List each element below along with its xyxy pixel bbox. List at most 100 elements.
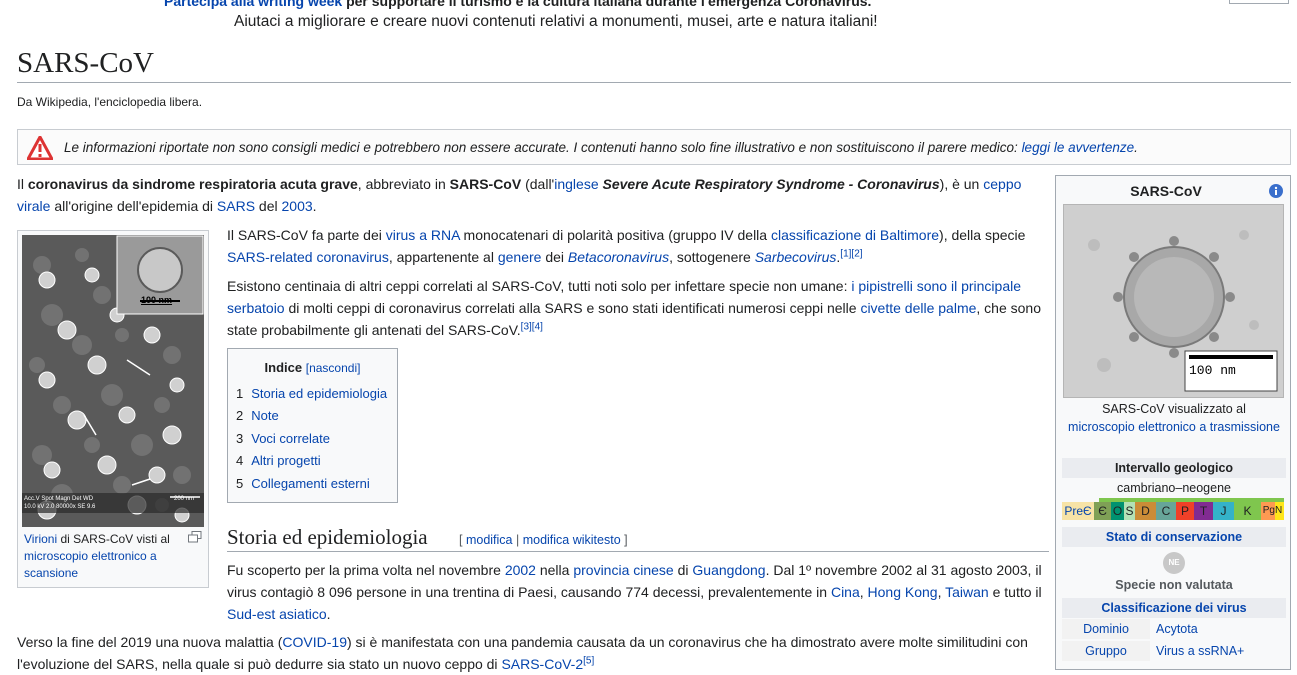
link-sarbecovirus[interactable]: Sarbecovirus xyxy=(755,249,837,265)
link-serbatoio[interactable]: serbatoio xyxy=(227,300,285,316)
sem-image[interactable]: 100 nm Acc.V Spot Magn Det WD 10.0 kV 2.… xyxy=(22,235,204,527)
toc-item[interactable]: 4 Altri progetti xyxy=(236,450,387,472)
geologic-timescale-bar[interactable]: PreЄ Є O S D C P T J K PgN xyxy=(1062,498,1284,522)
infobox-caption: SARS-CoV visualizzato al microscopio elet… xyxy=(1068,402,1280,434)
sem-metadata: Acc.V Spot Magn Det WD xyxy=(24,496,94,502)
virions-sem-image xyxy=(22,235,204,527)
link-pipistrelli[interactable]: i pipistrelli sono il principale xyxy=(851,278,1021,294)
geo-period-PreЄ[interactable]: PreЄ xyxy=(1062,502,1094,520)
geo-period-D[interactable]: D xyxy=(1135,502,1156,520)
link-virus-rna[interactable]: virus a RNA xyxy=(386,227,460,243)
classification-header: Classificazione dei virus xyxy=(1062,598,1286,618)
link-sars-cov-2[interactable]: SARS-CoV-2 xyxy=(501,656,583,672)
geo-period-P[interactable]: P xyxy=(1176,502,1194,520)
geo-period-label: N xyxy=(1275,505,1283,516)
infobox-title: SARS-CoV xyxy=(1130,183,1202,199)
writing-week-link[interactable]: Partecipa alla writing week xyxy=(164,0,342,9)
sem-figure: 100 nm Acc.V Spot Magn Det WD 10.0 kV 2.… xyxy=(17,230,209,588)
link-baltimore[interactable]: classificazione di Baltimore xyxy=(771,227,939,243)
geo-interval-header: Intervallo geologico xyxy=(1062,458,1286,478)
infobox-row-gruppo: Gruppo Virus a ssRNA+ xyxy=(1062,641,1286,661)
section-heading: Storia ed epidemiologia xyxy=(227,525,428,549)
warning-icon xyxy=(27,136,53,160)
conservation-status: Specie non valutata xyxy=(1115,578,1233,592)
link-virale[interactable]: virale xyxy=(17,198,50,214)
section-divider xyxy=(227,551,1049,552)
not-evaluated-icon: NE xyxy=(1163,552,1185,574)
page-title: SARS-CoV xyxy=(17,47,154,79)
geo-period-O[interactable]: O xyxy=(1111,502,1124,520)
link-genere[interactable]: genere xyxy=(498,249,542,265)
ref-3-4[interactable]: [3][4] xyxy=(521,321,543,332)
notice-dismiss-box[interactable] xyxy=(1229,0,1289,4)
notice-text: per supportare il turismo e la cultura i… xyxy=(346,0,872,9)
table-of-contents: Indice [nascondi] 1 Storia ed epidemiolog… xyxy=(227,348,398,503)
link-taiwan[interactable]: Taiwan xyxy=(945,584,989,600)
inset-scale-label: 100 nm xyxy=(141,295,173,305)
ref-1-2[interactable]: [1][2] xyxy=(840,248,862,259)
infobox: SARS-CoV 100 nm SARS-CoV visualizzato al… xyxy=(1055,175,1291,670)
geo-period-J[interactable]: J xyxy=(1213,502,1234,520)
link-microscopio-trasmissione[interactable]: microscopio elettronico a trasmissione xyxy=(1068,420,1280,434)
ref-5[interactable]: [5] xyxy=(583,655,594,666)
link-guangdong[interactable]: Guangdong xyxy=(692,562,765,578)
paragraph-classification: Il SARS-CoV fa parte dei virus a RNA mon… xyxy=(227,227,1026,265)
link-sars[interactable]: SARS xyxy=(217,198,255,214)
link-civette[interactable]: civette delle palme xyxy=(860,300,976,316)
figure-caption: Virioni di SARS-CoV visti al microscopio… xyxy=(24,532,170,580)
paragraph-covid: Verso la fine del 2019 una nuova malatti… xyxy=(17,634,1028,672)
infobox-row-dominio: Dominio Acytota xyxy=(1062,619,1286,639)
site-sub: Da Wikipedia, l'enciclopedia libera. xyxy=(17,95,203,109)
toc-title: Indice xyxy=(264,360,303,375)
link-sud-est-asiatico[interactable]: Sud-est asiatico xyxy=(227,606,327,622)
edit-link[interactable]: modifica xyxy=(466,533,513,547)
conservation-header: Stato di conservazione xyxy=(1062,527,1286,547)
site-notice-line2: Aiutaci a migliorare e creare nuovi cont… xyxy=(234,13,878,30)
sem-metadata-values: 10.0 kV 2.0 80000x SE 9.6 xyxy=(24,504,96,510)
intro-paragraph: Il coronavirus da sindrome respiratoria … xyxy=(17,176,1022,214)
geo-period-K[interactable]: K xyxy=(1234,502,1261,520)
link-sars-related[interactable]: SARS-related coronavirus xyxy=(227,249,389,265)
link-virioni[interactable]: Virioni xyxy=(24,532,57,546)
toc-item[interactable]: 2 Note xyxy=(236,405,387,427)
geo-period-S[interactable]: S xyxy=(1124,502,1135,520)
geo-period-Є[interactable]: Є xyxy=(1094,502,1111,520)
edit-source-link[interactable]: modifica wikitesto xyxy=(523,533,621,547)
enlarge-icon[interactable] xyxy=(188,531,202,543)
virion-tem-image xyxy=(1064,205,1283,397)
toc-item[interactable]: 1 Storia ed epidemiologia xyxy=(236,383,387,405)
link-inglese[interactable]: inglese xyxy=(554,176,598,192)
toc-header: Indice [nascondi] xyxy=(228,359,397,377)
link-provincia-cinese[interactable]: provincia cinese xyxy=(573,562,673,578)
tem-image[interactable]: 100 nm xyxy=(1063,204,1284,398)
link-ceppo[interactable]: ceppo xyxy=(983,176,1021,192)
paragraph-related-strains: Esistono centinaia di altri ceppi correl… xyxy=(227,278,1041,338)
paragraph-history: Fu scoperto per la prima volta nel novem… xyxy=(227,562,1042,622)
link-covid-19[interactable]: COVID-19 xyxy=(282,634,347,650)
link-hong-kong[interactable]: Hong Kong xyxy=(868,584,938,600)
section-edit-links: [ modifica | modifica wikitesto ] xyxy=(459,533,628,547)
link-cina[interactable]: Cina xyxy=(831,584,860,600)
toc-toggle[interactable]: [nascondi] xyxy=(306,361,361,375)
disclaimer-link[interactable]: leggi le avvertenze xyxy=(1022,140,1135,155)
tem-scale-label: 100 nm xyxy=(1189,363,1236,378)
toc-item[interactable]: 5 Collegamenti esterni xyxy=(236,473,387,495)
disclaimer-text: Le informazioni riportate non sono consi… xyxy=(64,140,1138,155)
link-microscopio-scansione[interactable]: microscopio elettronico a scansione xyxy=(24,549,157,580)
sem-scale-label: 200 nm xyxy=(174,496,195,502)
link-stato-conservazione[interactable]: Stato di conservazione xyxy=(1106,530,1242,544)
link-2003[interactable]: 2003 xyxy=(282,198,313,214)
info-icon[interactable] xyxy=(1269,184,1283,198)
geo-period-label: Pg xyxy=(1262,505,1275,516)
medical-disclaimer: Le informazioni riportate non sono consi… xyxy=(17,129,1291,165)
title-divider xyxy=(17,82,1291,83)
link-betacoronavirus[interactable]: Betacoronavirus xyxy=(568,249,669,265)
geo-period-C[interactable]: C xyxy=(1156,502,1176,520)
geo-interval-range: cambriano–neogene xyxy=(1117,481,1231,495)
geo-period-Pg[interactable]: PgN xyxy=(1261,502,1284,520)
link-classificazione-virus[interactable]: Classificazione dei virus xyxy=(1101,601,1246,615)
toc-item[interactable]: 3 Voci correlate xyxy=(236,428,387,450)
geo-period-T[interactable]: T xyxy=(1194,502,1213,520)
site-notice-line1: Partecipa alla writing week per supporta… xyxy=(164,0,871,10)
link-2002[interactable]: 2002 xyxy=(505,562,536,578)
